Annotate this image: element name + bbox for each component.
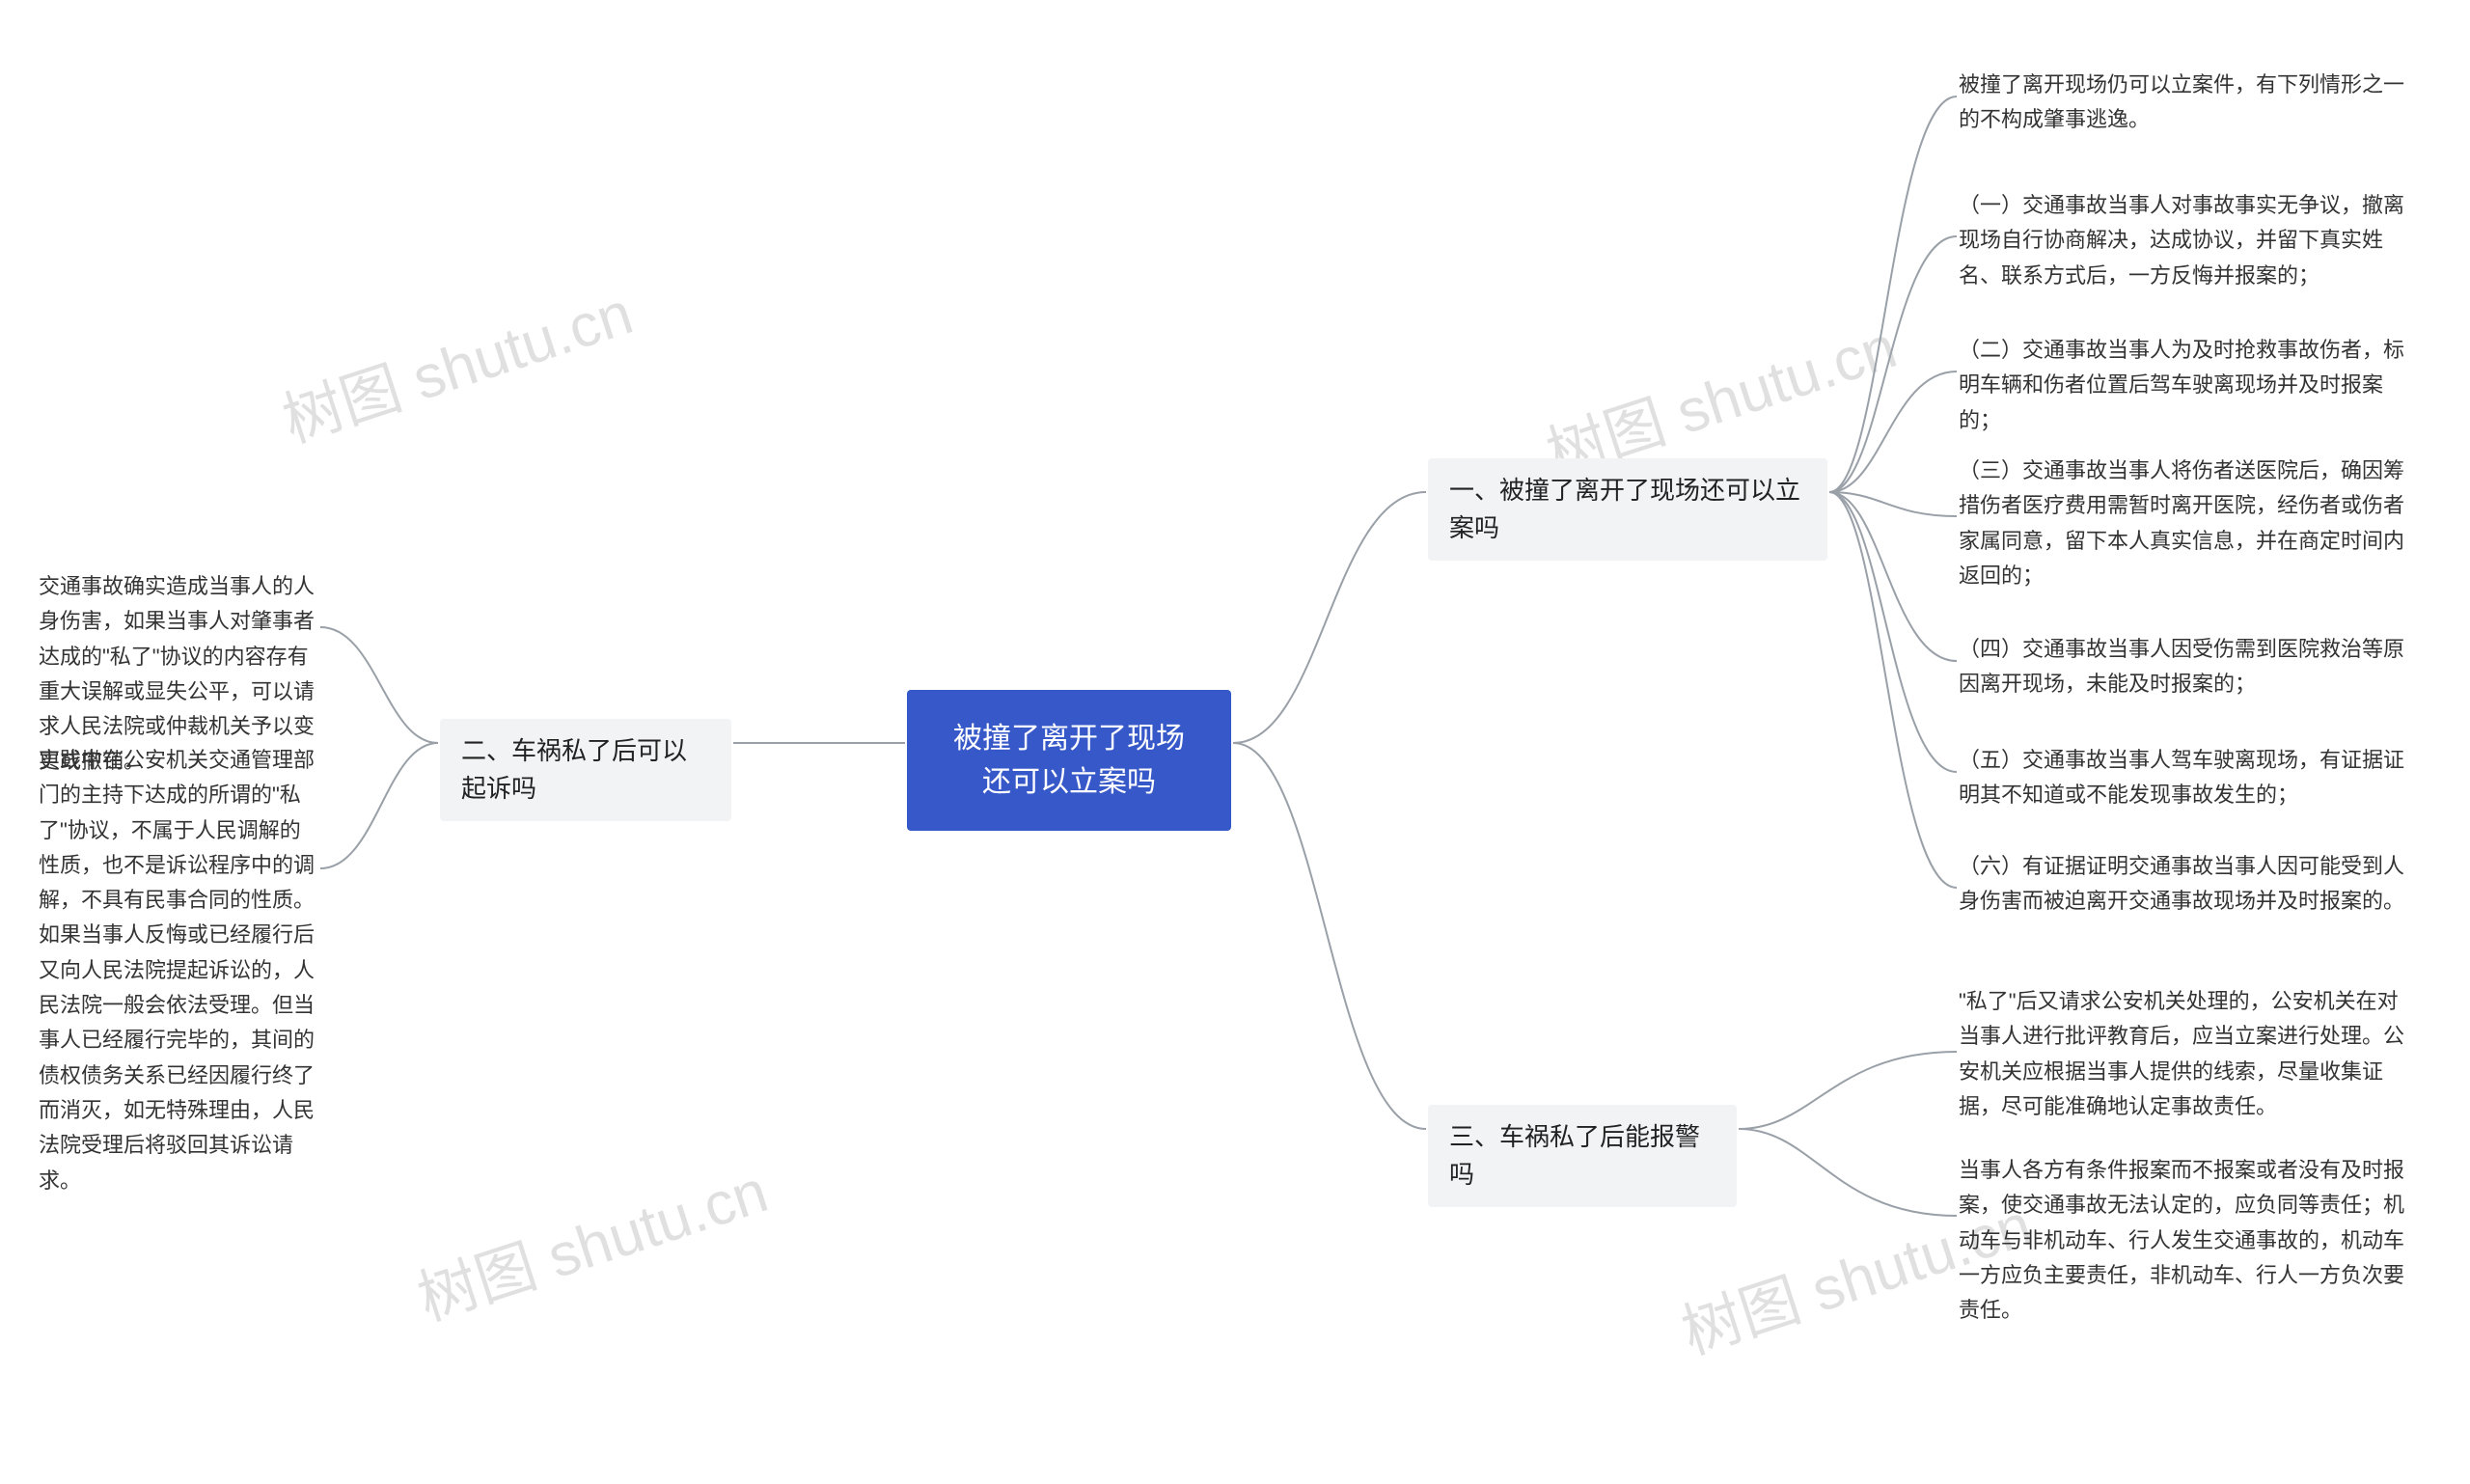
branch-section-2[interactable]: 二、车祸私了后可以起诉吗 — [440, 719, 731, 821]
mindmap-container: 树图 shutu.cn 树图 shutu.cn 树图 shutu.cn 树图 s… — [0, 0, 2470, 1484]
branch-section-3[interactable]: 三、车祸私了后能报警吗 — [1428, 1105, 1737, 1207]
leaf-1-0: 被撞了离开现场仍可以立案件，有下列情形之一的不构成肇事逃逸。 — [1959, 68, 2410, 138]
leaf-1-1: （一）交通事故当事人对事故事实无争议，撤离现场自行协商解决，达成协议，并留下真实… — [1959, 188, 2410, 293]
leaf-1-4: （四）交通事故当事人因受伤需到医院救治等原因离开现场，未能及时报案的； — [1959, 632, 2410, 702]
leaf-2-1: 实践中在公安机关交通管理部门的主持下达成的所谓的"私了"协议，不属于人民调解的性… — [39, 743, 318, 1198]
watermark: 树图 shutu.cn — [405, 1142, 777, 1337]
leaf-1-5: （五）交通事故当事人驾车驶离现场，有证据证明其不知道或不能发现事故发生的； — [1959, 743, 2410, 813]
leaf-1-3: （三）交通事故当事人将伤者送医院后，确因筹措伤者医疗费用需暂时离开医院，经伤者或… — [1959, 453, 2410, 593]
watermark: 树图 shutu.cn — [270, 264, 642, 459]
central-topic[interactable]: 被撞了离开了现场还可以立案吗 — [907, 690, 1231, 831]
leaf-1-6: （六）有证据证明交通事故当事人因可能受到人身伤害而被迫离开交通事故现场并及时报案… — [1959, 849, 2410, 920]
leaf-3-0: "私了"后又请求公安机关处理的，公安机关在对当事人进行批评教育后，应当立案进行处… — [1959, 984, 2410, 1124]
branch-section-1[interactable]: 一、被撞了离开了现场还可以立案吗 — [1428, 458, 1827, 561]
leaf-3-1: 当事人各方有条件报案而不报案或者没有及时报案，使交通事故无法认定的，应负同等责任… — [1959, 1153, 2410, 1328]
leaf-1-2: （二）交通事故当事人为及时抢救事故伤者，标明车辆和伤者位置后驾车驶离现场并及时报… — [1959, 333, 2410, 438]
